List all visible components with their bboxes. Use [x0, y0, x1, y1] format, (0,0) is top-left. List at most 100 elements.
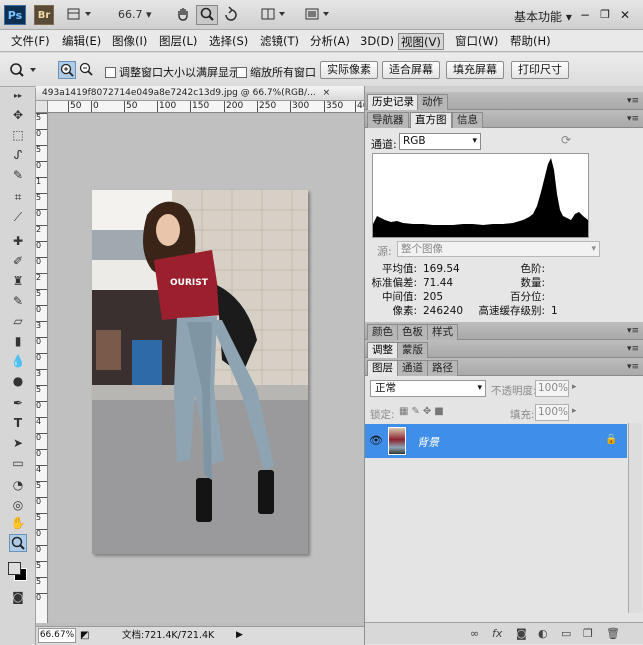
path-selection-tool-icon[interactable]: ➤: [9, 434, 27, 452]
menu-window[interactable]: 窗口(W): [453, 33, 500, 50]
pen-tool-icon[interactable]: ✒: [9, 394, 27, 412]
zoom-in-button[interactable]: [58, 61, 76, 79]
quick-selection-tool-icon[interactable]: ✎: [9, 166, 27, 184]
close-button[interactable]: ✕: [616, 5, 634, 25]
menu-analysis[interactable]: 分析(A): [308, 33, 352, 50]
tab-channels[interactable]: 通道: [397, 360, 428, 376]
extras-menu-button[interactable]: [62, 5, 98, 25]
clone-stamp-tool-icon[interactable]: ♜: [9, 272, 27, 290]
collapse-tools-icon[interactable]: ▸▸: [9, 92, 27, 100]
tab-color[interactable]: 颜色: [367, 324, 398, 340]
tab-styles[interactable]: 样式: [427, 324, 458, 340]
layers-scrollbar[interactable]: [628, 423, 642, 613]
refresh-histogram-icon[interactable]: ⟳: [561, 133, 571, 147]
bridge-launch-button[interactable]: Br: [34, 5, 54, 25]
tab-histogram[interactable]: 直方图: [410, 112, 452, 128]
type-tool-icon[interactable]: T: [9, 414, 27, 432]
zoom-tool-icon[interactable]: [9, 534, 27, 552]
opacity-slider-arrow-icon[interactable]: ▸: [572, 382, 577, 392]
horizontal-ruler[interactable]: 50 0 50 100 150 200 250 300 350 400: [48, 101, 364, 113]
brush-tool-icon[interactable]: ✐: [9, 252, 27, 270]
lasso-tool-icon[interactable]: ᔑ: [9, 146, 27, 164]
document-tab[interactable]: 493a1419f8072714e049a8e7242c13d9.jpg @ 6…: [36, 86, 364, 101]
fill-field[interactable]: 100%: [535, 404, 569, 421]
opacity-field[interactable]: 100%: [535, 380, 569, 397]
menu-edit[interactable]: 编辑(E): [60, 33, 103, 50]
fill-screen-button[interactable]: 填充屏幕: [446, 61, 504, 79]
marquee-tool-icon[interactable]: ⬚: [9, 126, 27, 144]
status-info-icon[interactable]: ◩: [80, 627, 89, 644]
eyedropper-tool-icon[interactable]: ⟋: [9, 208, 27, 226]
panel-menu-icon[interactable]: ▾≡: [627, 96, 639, 106]
menu-view[interactable]: 视图(V): [398, 33, 444, 50]
menu-select[interactable]: 选择(S): [207, 33, 250, 50]
foreground-color-swatch[interactable]: [8, 562, 21, 575]
new-group-icon[interactable]: ▭: [561, 627, 571, 640]
quick-mask-icon[interactable]: ◙: [9, 588, 27, 606]
tab-layers[interactable]: 图层: [367, 360, 398, 376]
status-menu-arrow-icon[interactable]: ▶: [236, 627, 243, 644]
zoom-all-windows-checkbox[interactable]: 缩放所有窗口: [236, 64, 316, 80]
lock-pixels-icon[interactable]: ✎: [411, 406, 422, 417]
color-swatches[interactable]: [6, 558, 30, 582]
menu-3d[interactable]: 3D(D): [358, 33, 396, 50]
restore-button[interactable]: ❐: [596, 5, 614, 25]
layer-style-icon[interactable]: fx: [492, 627, 502, 640]
dodge-tool-icon[interactable]: ●: [9, 372, 27, 390]
fill-slider-arrow-icon[interactable]: ▸: [572, 406, 577, 416]
blend-mode-select[interactable]: 正常 ▾: [370, 380, 486, 397]
lock-all-icon[interactable]: ■: [434, 406, 446, 417]
tab-paths[interactable]: 路径: [427, 360, 458, 376]
checkbox-box[interactable]: [236, 66, 247, 78]
eraser-tool-icon[interactable]: ▱: [9, 312, 27, 330]
tab-actions[interactable]: 动作: [417, 94, 448, 110]
shape-tool-icon[interactable]: ▭: [9, 454, 27, 472]
menu-layer[interactable]: 图层(L): [157, 33, 199, 50]
source-select[interactable]: 整个图像 ▾: [397, 241, 600, 257]
panel-menu-icon[interactable]: ▾≡: [627, 326, 639, 336]
lock-position-icon[interactable]: ✥: [423, 406, 434, 417]
ruler-origin[interactable]: [36, 101, 48, 113]
gradient-tool-icon[interactable]: ▮: [9, 332, 27, 350]
fit-screen-button[interactable]: 适合屏幕: [382, 61, 440, 79]
history-brush-tool-icon[interactable]: ✎: [9, 292, 27, 310]
blur-tool-icon[interactable]: 💧: [9, 352, 27, 370]
link-layers-icon[interactable]: ∞: [470, 627, 479, 640]
add-mask-icon[interactable]: ◙: [516, 627, 527, 640]
tab-swatches[interactable]: 色板: [397, 324, 428, 340]
hand-tool-button[interactable]: [172, 5, 194, 25]
minimize-button[interactable]: −: [576, 5, 594, 25]
menu-filter[interactable]: 滤镜(T): [258, 33, 301, 50]
menu-file[interactable]: 文件(F): [9, 33, 52, 50]
move-tool-icon[interactable]: ✥: [9, 106, 27, 124]
visibility-eye-icon[interactable]: 👁: [369, 434, 383, 447]
document-photo[interactable]: OURIST: [92, 190, 308, 554]
rotate-view-button[interactable]: [220, 5, 242, 25]
hand-tool-icon[interactable]: ✋: [9, 514, 27, 532]
panel-menu-icon[interactable]: ▾≡: [627, 344, 639, 354]
3d-rotate-tool-icon[interactable]: ◔: [9, 476, 27, 494]
panel-menu-icon[interactable]: ▾≡: [627, 362, 639, 372]
resize-windows-checkbox[interactable]: 调整窗口大小以满屏显示: [105, 64, 240, 80]
3d-orbit-tool-icon[interactable]: ◎: [9, 496, 27, 514]
layer-row[interactable]: 👁 背景 🔒: [365, 424, 627, 458]
menu-image[interactable]: 图像(I): [110, 33, 149, 50]
tab-masks[interactable]: 蒙版: [397, 342, 428, 358]
tab-info[interactable]: 信息: [452, 112, 483, 128]
tool-preset-picker[interactable]: [8, 61, 40, 79]
menu-help[interactable]: 帮助(H): [508, 33, 553, 50]
status-zoom-field[interactable]: 66.67%: [38, 628, 76, 643]
lock-transparency-icon[interactable]: ▦: [399, 406, 411, 417]
zoom-level-select[interactable]: 66.7 ▾: [118, 8, 152, 21]
zoom-tool-button[interactable]: [196, 5, 218, 25]
tab-history[interactable]: 历史记录: [367, 94, 419, 110]
healing-brush-tool-icon[interactable]: ✚: [9, 232, 27, 250]
workspace-switcher[interactable]: 基本功能 ▾: [514, 8, 572, 25]
adjustment-layer-icon[interactable]: ◐: [538, 627, 548, 640]
crop-tool-icon[interactable]: ⌗: [9, 188, 27, 206]
channel-select[interactable]: RGB ▾: [399, 133, 481, 150]
print-size-button[interactable]: 打印尺寸: [511, 61, 569, 79]
screen-mode-button[interactable]: [300, 5, 336, 25]
delete-layer-icon[interactable]: 🗑: [606, 627, 620, 640]
close-document-icon[interactable]: ×: [323, 88, 331, 98]
